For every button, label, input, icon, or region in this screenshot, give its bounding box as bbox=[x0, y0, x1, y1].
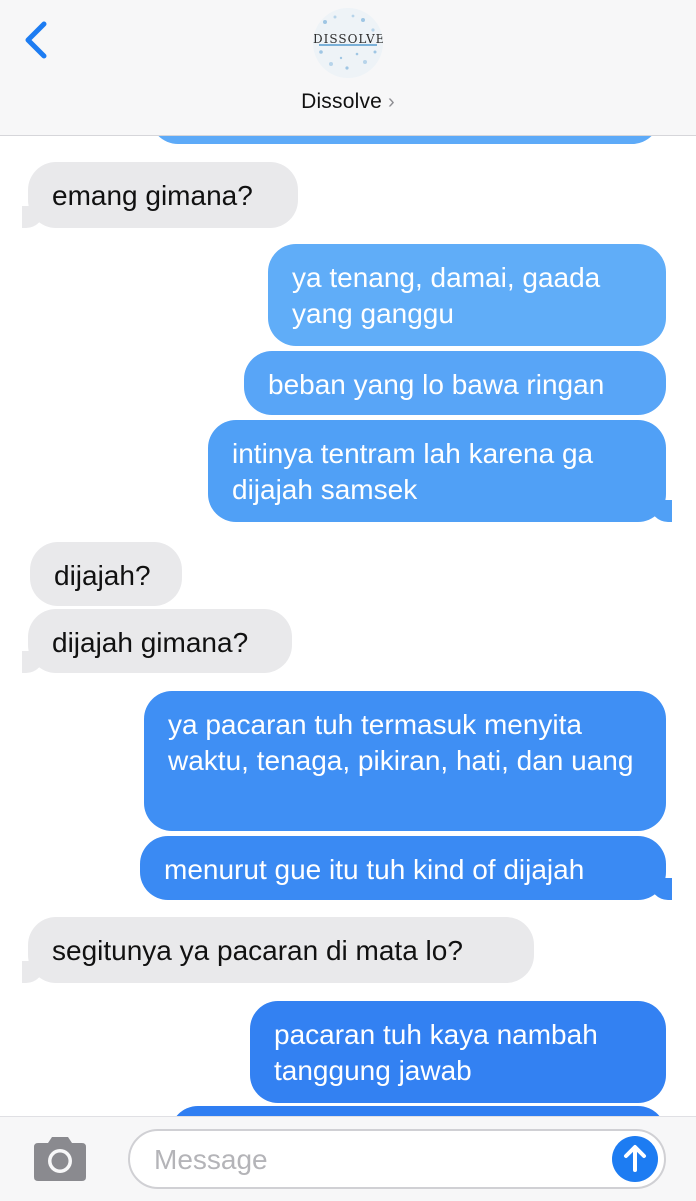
message-bubble-outgoing: ya pacaran tuh termasuk menyita waktu, t… bbox=[144, 691, 666, 831]
message-bubble-outgoing: ya tenang, damai, gaada yang ganggu bbox=[268, 244, 666, 346]
message-input[interactable] bbox=[152, 1139, 596, 1181]
arrow-up-icon bbox=[624, 1145, 646, 1172]
message-text: beban yang lo bawa ringan bbox=[268, 369, 605, 400]
camera-icon bbox=[34, 1137, 86, 1181]
send-button[interactable] bbox=[612, 1136, 658, 1182]
message-text: ya pacaran tuh termasuk menyita waktu, t… bbox=[168, 709, 634, 776]
message-text: pacaran tuh kaya nambah tanggung jawab bbox=[274, 1019, 598, 1086]
message-text: dijajah gimana? bbox=[52, 627, 249, 658]
message-bubble-incoming: segitunya ya pacaran di mata lo? bbox=[22, 917, 534, 983]
avatar-strike-line bbox=[319, 44, 377, 46]
message-bubble-outgoing: menurut gue itu tuh kind of dijajah bbox=[140, 836, 672, 900]
message-bubble-incoming: emang gimana? bbox=[22, 162, 298, 228]
chevron-right-icon: › bbox=[388, 91, 395, 113]
avatar[interactable]: DISSOLVE bbox=[313, 8, 383, 78]
message-text: ya tenang, damai, gaada yang ganggu bbox=[292, 262, 601, 329]
message-text: intinya tentram lah karena ga dijajah sa… bbox=[232, 438, 594, 505]
message-input-field[interactable] bbox=[128, 1129, 666, 1189]
camera-button[interactable] bbox=[28, 1133, 92, 1185]
message-thread: emang gimana? ya tenang, damai, gaada ya… bbox=[0, 0, 696, 1200]
contact-name-button[interactable]: Dissolve › bbox=[0, 90, 696, 114]
contact-name: Dissolve bbox=[301, 90, 383, 113]
message-text: segitunya ya pacaran di mata lo? bbox=[52, 935, 463, 966]
conversation-header: DISSOLVE Dissolve › bbox=[0, 0, 696, 136]
compose-bar bbox=[0, 1116, 696, 1201]
message-bubble-incoming: dijajah? bbox=[30, 542, 182, 606]
message-bubble-outgoing: beban yang lo bawa ringan bbox=[244, 351, 666, 415]
message-text: dijajah? bbox=[54, 560, 151, 591]
message-bubble-incoming: dijajah gimana? bbox=[22, 609, 292, 673]
back-button[interactable] bbox=[20, 18, 54, 62]
chevron-left-icon bbox=[25, 21, 47, 59]
message-bubble-outgoing: intinya tentram lah karena ga dijajah sa… bbox=[208, 420, 672, 522]
message-bubble-outgoing: pacaran tuh kaya nambah tanggung jawab bbox=[250, 1001, 666, 1103]
message-text: emang gimana? bbox=[52, 180, 253, 211]
message-text: menurut gue itu tuh kind of dijajah bbox=[164, 854, 585, 885]
